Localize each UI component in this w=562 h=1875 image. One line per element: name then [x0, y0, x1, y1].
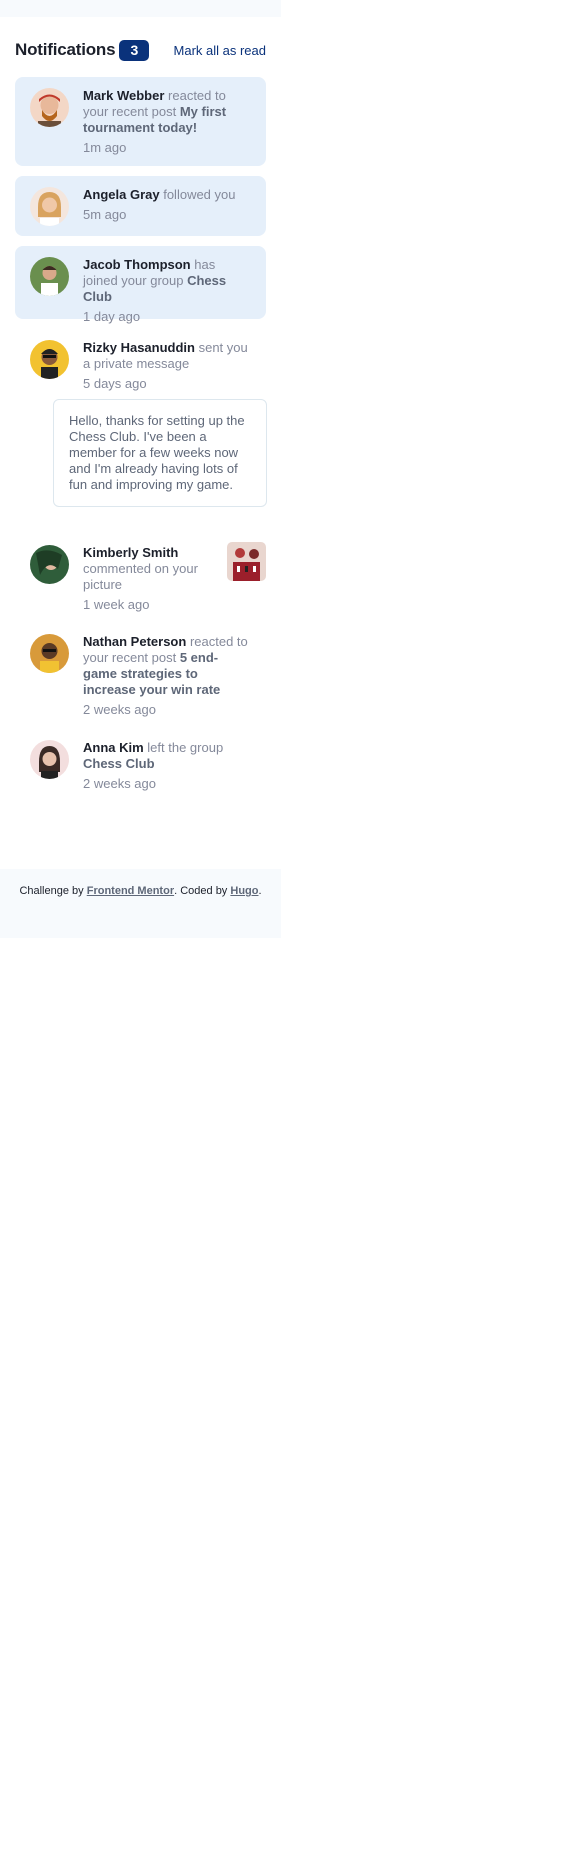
- action-text: followed you: [163, 187, 236, 202]
- notification-item[interactable]: Nathan Peterson reacted to your recent p…: [15, 623, 266, 717]
- notification-text: Angela Gray followed you 5m ago: [83, 187, 251, 225]
- footer-prefix: Challenge by: [19, 885, 84, 897]
- notification-item[interactable]: Anna Kim left the group Chess Club 2 wee…: [15, 729, 266, 802]
- group-link[interactable]: Chess Club: [83, 756, 155, 771]
- unread-count-badge: 3: [119, 39, 150, 61]
- user-name[interactable]: Anna Kim: [83, 740, 144, 755]
- avatar-rizky-icon[interactable]: [30, 340, 69, 379]
- action-text: left the group: [147, 740, 224, 755]
- footer-suffix: .: [258, 885, 262, 897]
- notification-text: Kimberly Smith commented on your picture…: [83, 545, 251, 612]
- frontend-mentor-link[interactable]: Frontend Mentor: [87, 885, 174, 897]
- avatar-nathan-icon[interactable]: [30, 634, 69, 673]
- header: Notifications 3 Mark all as read: [15, 36, 266, 64]
- notification-item[interactable]: Mark Webber reacted to your recent post …: [15, 77, 266, 166]
- notification-item[interactable]: Rizky Hasanuddin sent you a private mess…: [15, 329, 266, 391]
- timestamp: 1 day ago: [83, 309, 141, 324]
- notification-text: Rizky Hasanuddin sent you a private mess…: [83, 340, 251, 391]
- user-name[interactable]: Angela Gray: [83, 187, 160, 202]
- avatar-angela-icon[interactable]: [30, 187, 69, 226]
- timestamp: 2 weeks ago: [83, 702, 156, 717]
- page-title: Notifications: [15, 40, 116, 59]
- action-text: commented on your picture: [83, 561, 198, 592]
- avatar-mark-icon[interactable]: [30, 88, 69, 127]
- notification-text: Jacob Thompson has joined your group Che…: [83, 257, 251, 324]
- user-name[interactable]: Mark Webber: [83, 88, 164, 103]
- avatar-jacob-icon[interactable]: [30, 257, 69, 296]
- footer-middle: . Coded by: [174, 885, 228, 897]
- private-message[interactable]: Hello, thanks for setting up the Chess C…: [53, 399, 267, 507]
- attribution-footer: Challenge by Frontend Mentor. Coded by H…: [0, 885, 281, 897]
- timestamp: 5m ago: [83, 207, 127, 222]
- chess-picture-icon[interactable]: [227, 542, 266, 581]
- notification-item[interactable]: Jacob Thompson has joined your group Che…: [15, 246, 266, 324]
- user-name[interactable]: Jacob Thompson: [83, 257, 191, 272]
- avatar-anna-icon[interactable]: [30, 740, 69, 779]
- timestamp: 2 weeks ago: [83, 776, 156, 791]
- timestamp: 5 days ago: [83, 376, 147, 391]
- notification-item[interactable]: Kimberly Smith commented on your picture…: [15, 534, 266, 612]
- user-name[interactable]: Rizky Hasanuddin: [83, 340, 195, 355]
- author-link[interactable]: Hugo: [230, 885, 258, 897]
- title-wrap: Notifications 3: [15, 39, 150, 61]
- timestamp: 1 week ago: [83, 597, 150, 612]
- notifications-card: Notifications 3 Mark all as read Mark We…: [0, 17, 281, 869]
- user-name[interactable]: Nathan Peterson: [83, 634, 186, 649]
- avatar-kimberly-icon[interactable]: [30, 545, 69, 584]
- notification-text: Nathan Peterson reacted to your recent p…: [83, 634, 251, 717]
- notification-text: Mark Webber reacted to your recent post …: [83, 88, 251, 155]
- user-name[interactable]: Kimberly Smith: [83, 545, 178, 560]
- timestamp: 1m ago: [83, 140, 127, 155]
- notification-item[interactable]: Angela Gray followed you 5m ago: [15, 176, 266, 236]
- mark-all-read-button[interactable]: Mark all as read: [174, 43, 266, 58]
- notification-text: Anna Kim left the group Chess Club 2 wee…: [83, 740, 251, 791]
